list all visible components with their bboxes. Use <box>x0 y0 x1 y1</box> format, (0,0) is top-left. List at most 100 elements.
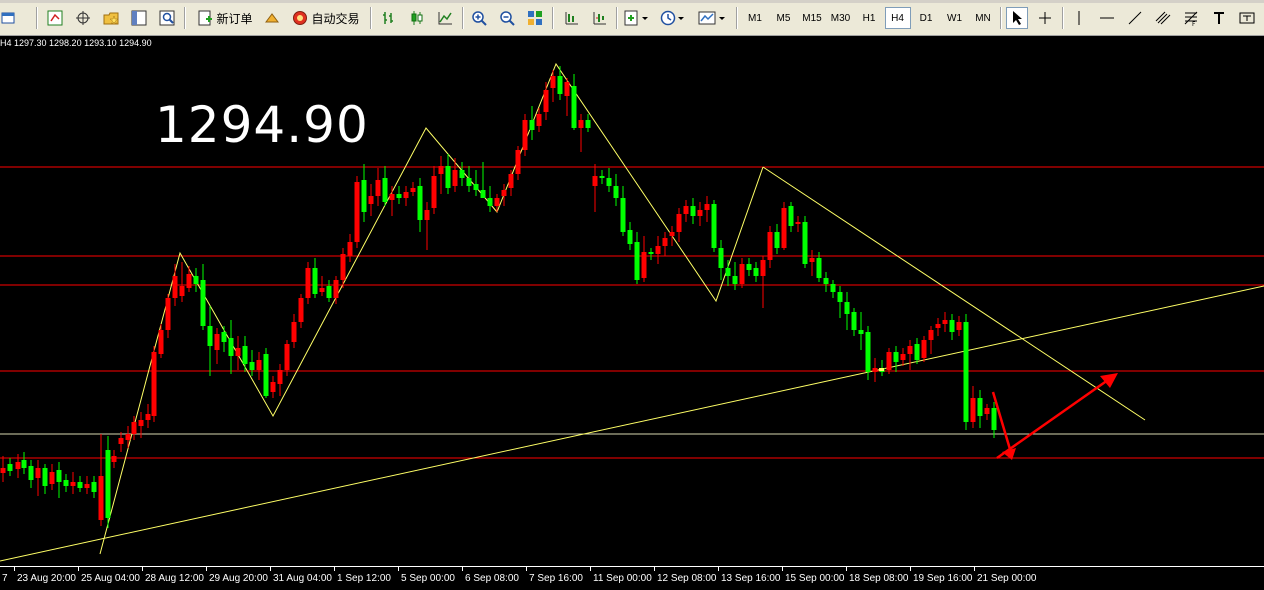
x-axis-label: 6 Sep 08:00 <box>465 573 519 584</box>
timeframe-m5-button[interactable]: M5 <box>771 7 797 29</box>
candle <box>354 176 360 248</box>
candle-body <box>200 280 206 326</box>
candle-body <box>634 242 640 280</box>
candle-body <box>928 330 934 340</box>
candle-body <box>816 258 822 278</box>
candle <box>305 262 311 304</box>
timeframe-h1-button[interactable]: H1 <box>856 7 882 29</box>
chart-shift-icon[interactable] <box>588 7 610 29</box>
candle-body <box>28 466 34 480</box>
candle-body <box>662 238 668 246</box>
toolbar-separator <box>616 7 618 29</box>
indicators-dropdown[interactable] <box>622 7 652 29</box>
timeframe-m30-button[interactable]: M30 <box>828 7 854 29</box>
candle-body <box>235 348 241 356</box>
periods-dropdown[interactable] <box>658 7 688 29</box>
crosshair-move-icon[interactable] <box>72 7 94 29</box>
candle-body <box>131 422 137 434</box>
auto-trade-icon <box>293 11 308 25</box>
auto-scroll-icon[interactable] <box>560 7 582 29</box>
timeframe-d1-button[interactable]: D1 <box>913 7 939 29</box>
toolbar-separator <box>736 7 738 29</box>
candle <box>522 114 528 156</box>
candle-body <box>767 232 773 260</box>
new-chart-icon[interactable] <box>0 7 18 29</box>
templates-dropdown[interactable] <box>696 7 730 29</box>
candle-body <box>98 476 104 520</box>
x-axis-tick <box>206 567 207 571</box>
timeframe-m1-button[interactable]: M1 <box>742 7 768 29</box>
text-tool-icon[interactable] <box>1208 7 1230 29</box>
toolbar-separator <box>1000 7 1002 29</box>
x-axis-tick <box>398 567 399 571</box>
x-axis-tick <box>78 567 79 571</box>
folder-star-icon[interactable] <box>100 7 122 29</box>
candle-body <box>858 330 864 334</box>
new-order-button[interactable]: 新订单 <box>192 7 258 29</box>
x-axis-label: 18 Sep 08:00 <box>849 573 909 584</box>
current-price-label: 1294.90 <box>155 96 369 154</box>
x-axis-label: 11 Sep 00:00 <box>593 573 652 584</box>
candle-body <box>118 438 124 444</box>
navigator-icon[interactable] <box>128 7 150 29</box>
candle-body <box>907 346 913 354</box>
candle-body <box>111 456 117 462</box>
candle <box>781 202 787 250</box>
candle-body <box>844 302 850 314</box>
candle-body <box>354 182 360 242</box>
bar-chart-icon[interactable] <box>378 7 400 29</box>
metaeditor-icon[interactable] <box>262 7 282 29</box>
x-axis-tick <box>654 567 655 571</box>
candle-body <box>739 264 745 284</box>
candle-body <box>970 398 976 422</box>
cursor-tool-icon[interactable] <box>1006 7 1028 29</box>
search-chart-icon[interactable] <box>156 7 178 29</box>
candlestick-icon[interactable] <box>406 7 428 29</box>
x-axis-tick <box>142 567 143 571</box>
candle-body <box>305 268 311 298</box>
candle-body <box>522 120 528 150</box>
candle-body <box>977 398 983 416</box>
crosshair-tool-icon[interactable] <box>1034 7 1056 29</box>
market-watch-icon[interactable] <box>44 7 66 29</box>
timeframe-m15-button[interactable]: M15 <box>799 7 825 29</box>
candle-body <box>774 232 780 248</box>
x-axis-tick <box>782 567 783 571</box>
zoom-out-icon[interactable] <box>496 7 518 29</box>
fibonacci-tool-icon[interactable]: F <box>1180 7 1202 29</box>
toolbar-separator <box>36 7 38 29</box>
candle-body <box>669 232 675 236</box>
candle-body <box>613 186 619 198</box>
candle-body <box>221 332 227 342</box>
vertical-line-tool-icon[interactable] <box>1068 7 1090 29</box>
candle-body <box>942 320 948 324</box>
candle-body <box>347 242 353 256</box>
menu-strip <box>0 0 1264 3</box>
candle-body <box>186 274 192 288</box>
candle-body <box>515 150 521 174</box>
candle-body <box>564 82 570 96</box>
channel-tool-icon[interactable] <box>1152 7 1174 29</box>
candle-body <box>914 344 920 360</box>
candle-body <box>417 186 423 220</box>
candle-body <box>886 352 892 370</box>
candle-body <box>984 408 990 414</box>
timeframe-w1-button[interactable]: W1 <box>942 7 968 29</box>
horizontal-line-tool-icon[interactable] <box>1096 7 1118 29</box>
auto-trade-button[interactable]: 自动交易 <box>288 7 364 29</box>
candle-body <box>529 120 535 130</box>
timeframe-h4-button[interactable]: H4 <box>884 7 911 29</box>
x-axis-tick <box>526 567 527 571</box>
zoom-in-icon[interactable] <box>468 7 490 29</box>
candle-body <box>466 178 472 186</box>
tile-windows-icon[interactable] <box>524 7 546 29</box>
timeframe-mn-button[interactable]: MN <box>970 7 996 29</box>
candle-body <box>697 210 703 216</box>
line-chart-icon[interactable] <box>434 7 456 29</box>
candle-body <box>438 166 444 174</box>
trendline-tool-icon[interactable] <box>1124 7 1146 29</box>
candle-body <box>431 176 437 208</box>
text-label-tool-icon[interactable] <box>1236 7 1258 29</box>
candle-body <box>396 194 402 198</box>
candle-body <box>138 420 144 426</box>
